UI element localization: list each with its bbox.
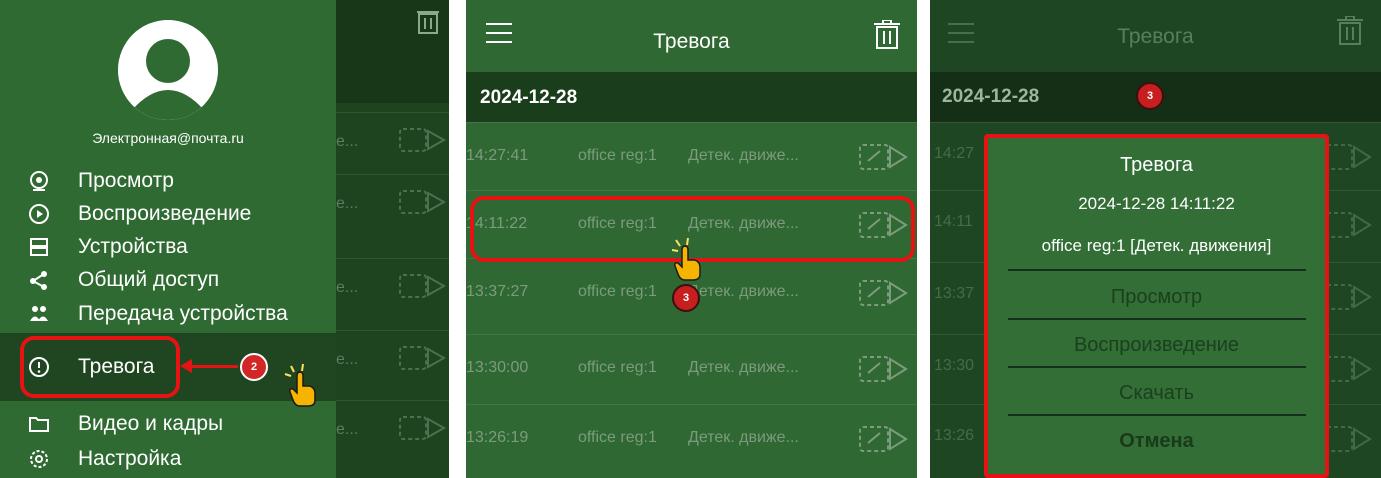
background-row: e... [336, 174, 449, 230]
background-row: e... [336, 258, 449, 314]
link-camera-icon[interactable] [1322, 139, 1374, 173]
trash-icon [417, 11, 439, 34]
alarm-time: 13:30 [934, 357, 975, 374]
link-camera-icon[interactable] [1322, 421, 1374, 455]
link-camera-icon [399, 128, 446, 152]
alarm-time: 14:27:41 [466, 147, 529, 164]
cancel-button[interactable]: Отмена [988, 430, 1325, 453]
menu-item-device-transfer[interactable]: Передача устройства [24, 299, 288, 329]
alarm-time: 13:37:27 [466, 283, 529, 300]
trash-icon[interactable] [874, 20, 900, 50]
alarm-action-dialog: Тревога 2024-12-28 14:11:22 office reg:1… [984, 134, 1329, 478]
pointer-arrow [188, 365, 238, 368]
alarm-row[interactable]: 13:30:00 office reg:1 Детек. движе... [466, 334, 917, 402]
menu-item-label: Просмотр [78, 169, 174, 192]
alarm-device: office reg:1 [578, 429, 657, 446]
menu-item-label: Устройства [78, 235, 188, 258]
top-bar: Тревога [466, 0, 917, 72]
tap-hand-icon [671, 237, 701, 281]
user-icon [118, 20, 218, 120]
step-badge: 3 [672, 284, 700, 312]
alarm-event: Детек. движе... [688, 147, 799, 164]
alarm-list-screen: Тревога 2024-12-28 14:27:41 office reg:1… [466, 0, 917, 478]
background-header [336, 0, 449, 103]
menu-item-devices[interactable]: Устройства [24, 232, 188, 262]
menu-item-video-frames[interactable]: Видео и кадры [24, 409, 223, 439]
link-camera-icon[interactable] [858, 351, 910, 385]
top-bar: Тревога [930, 0, 1381, 72]
page-title: Тревога [1117, 25, 1194, 48]
divider [1008, 269, 1306, 271]
link-camera-icon[interactable] [858, 275, 910, 309]
menu-item-label: Общий доступ [78, 268, 220, 291]
divider [1008, 318, 1306, 320]
alarm-time: 14:11 [934, 213, 973, 230]
link-camera-icon[interactable] [1322, 279, 1374, 313]
date-header: 2024-12-28 [466, 72, 917, 123]
menu-item-sharing[interactable]: Общий доступ [24, 265, 219, 295]
menu-item-settings[interactable]: Настройка [24, 444, 181, 474]
divider [1008, 414, 1306, 416]
play-icon [24, 202, 54, 226]
link-camera-icon[interactable] [1322, 351, 1374, 385]
alarm-time: 13:30:00 [466, 359, 529, 376]
avatar[interactable] [118, 20, 218, 120]
link-camera-icon [399, 190, 446, 214]
alarm-device: office reg:1 [578, 283, 657, 300]
alarm-device: office reg:1 [578, 359, 657, 376]
dialog-title: Тревога [1120, 154, 1193, 176]
link-camera-icon[interactable] [858, 139, 910, 173]
menu-item-label: Передача устройства [78, 302, 288, 325]
alarm-row[interactable]: 14:27:41 office reg:1 Детек. движе... [466, 122, 917, 190]
background-row: e... [336, 400, 449, 456]
link-camera-icon[interactable] [1322, 207, 1374, 241]
page-title: Тревога [653, 30, 730, 53]
divider [1008, 366, 1306, 368]
folder-icon [24, 412, 54, 436]
settings-icon [24, 447, 54, 471]
dialog-info: office reg:1 [Детек. движения] [1041, 236, 1272, 255]
menu-item-label: Настройка [78, 447, 182, 470]
menu-item-view[interactable]: Просмотр [24, 166, 174, 196]
background-row: e... [336, 330, 449, 386]
playback-button[interactable]: Воспроизведение [988, 334, 1325, 357]
alarm-device: office reg:1 [578, 147, 657, 164]
link-camera-icon [399, 416, 446, 440]
alarm-row[interactable]: 13:26:19 office reg:1 Детек. движе... [466, 404, 917, 472]
menu-item-playback[interactable]: Воспроизведение [24, 199, 251, 229]
highlight-box [20, 336, 180, 398]
alarm-time: 13:26:19 [466, 429, 529, 446]
camera-icon [24, 169, 54, 193]
alarm-time: 13:37 [934, 285, 975, 302]
menu-item-label: Видео и кадры [78, 412, 224, 435]
view-button[interactable]: Просмотр [988, 286, 1325, 309]
step-badge: 3 [1136, 82, 1164, 110]
link-camera-icon [399, 274, 446, 298]
alarm-time: 14:27 [934, 145, 975, 162]
step-badge: 2 [240, 353, 268, 381]
trash-icon[interactable] [1337, 16, 1363, 46]
download-button[interactable]: Скачать [988, 382, 1325, 405]
alarm-event: Детек. движе... [688, 283, 799, 300]
link-camera-icon [399, 346, 446, 370]
share-icon [24, 268, 54, 292]
user-email: Электронная@почта.ru [92, 130, 244, 146]
transfer-icon [24, 302, 54, 326]
background-row: e... [336, 112, 449, 168]
link-camera-icon[interactable] [858, 421, 910, 455]
dialog-datetime: 2024-12-28 14:11:22 [1078, 194, 1235, 213]
tap-hand-icon [284, 363, 316, 407]
navigation-drawer-screen: e... e... e... e... e... Электронная@поч… [0, 0, 449, 478]
alarm-action-dialog-screen: Тревога 2024-12-28 3 14:27 14:11 13:37 1… [930, 0, 1381, 478]
alarm-event: Детек. движе... [688, 359, 799, 376]
menu-item-label: Воспроизведение [78, 202, 252, 225]
alarm-event: Детек. движе... [688, 429, 799, 446]
pointer-arrowhead [180, 359, 192, 373]
devices-icon [24, 235, 54, 259]
alarm-time: 13:26 [934, 427, 975, 444]
